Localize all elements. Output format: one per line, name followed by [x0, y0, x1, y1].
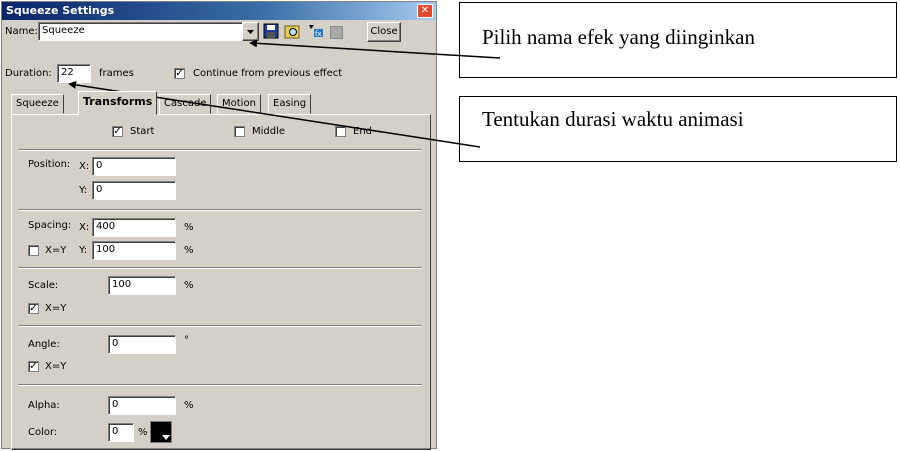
callout-arrows [68, 39, 501, 148]
tab-transforms[interactable]: Transforms [78, 91, 158, 115]
arrow-to-name-field [249, 39, 501, 59]
